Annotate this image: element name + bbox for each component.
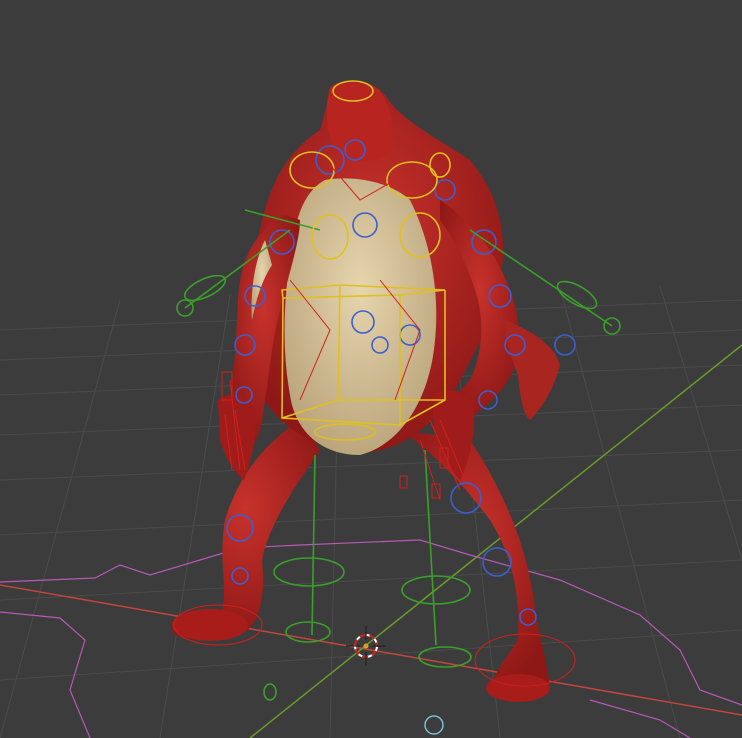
left-hand [218,394,256,480]
head [326,80,393,162]
viewport-canvas[interactable] [0,0,742,738]
root-control-shape[interactable] [0,539,742,738]
3d-viewport[interactable] [0,0,742,738]
light-control[interactable] [424,715,444,735]
left-foot [172,609,248,641]
right-foot [486,674,550,702]
3d-cursor-icon[interactable] [346,626,386,666]
creature-model[interactable] [172,80,560,702]
x-axis-line [0,584,742,716]
